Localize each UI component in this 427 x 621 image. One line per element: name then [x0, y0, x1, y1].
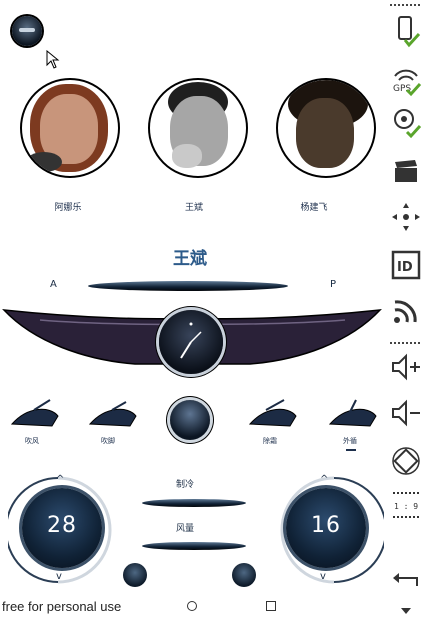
rotate-icon[interactable]	[388, 444, 424, 482]
right-seat-knob[interactable]	[232, 563, 256, 587]
avatar-shoulder	[26, 152, 62, 172]
side-clock-dots-bottom	[393, 516, 419, 524]
left-temp-up[interactable]: ^	[56, 474, 64, 485]
seat-airflow-icon	[10, 399, 59, 427]
mode-label-2: 吹脚	[101, 437, 115, 445]
left-temp-down[interactable]: v	[56, 571, 62, 582]
seat-defrost-icon	[248, 399, 297, 427]
ac-slider[interactable]	[142, 499, 246, 507]
id-icon[interactable]: ID	[388, 250, 424, 284]
clock-widget	[159, 310, 223, 374]
sidebar-panel: GPS ID 1 : 9	[384, 0, 427, 617]
sidebar-top-strip	[390, 4, 420, 9]
right-temp-down[interactable]: v	[320, 571, 326, 582]
contact-avatar-3[interactable]	[276, 78, 376, 178]
top-toggle-button[interactable]	[12, 16, 42, 46]
chevron-down-icon[interactable]	[388, 602, 424, 621]
left-temp-dial[interactable]: 28	[22, 488, 102, 568]
svg-text:ID: ID	[397, 260, 413, 275]
clock-hands-icon	[180, 322, 202, 359]
range-label-left: A	[50, 279, 57, 290]
cursor-icon	[46, 49, 60, 74]
volume-down-icon[interactable]	[388, 398, 424, 432]
fan-label: 风量	[176, 524, 195, 534]
back-arrow-icon[interactable]	[388, 568, 424, 596]
nav-square-icon[interactable]	[266, 601, 276, 611]
phone-check-icon[interactable]	[388, 14, 424, 52]
contact-name-2: 王斌	[184, 203, 203, 213]
avatar-face	[296, 98, 354, 168]
nav-circle-icon[interactable]	[187, 601, 197, 611]
clapperboard-icon[interactable]	[388, 156, 424, 190]
watermark-text: free for personal use	[2, 599, 122, 614]
contact-avatar-1[interactable]	[20, 78, 120, 178]
contact-name-1: 阿娜乐	[54, 203, 82, 213]
side-clock-text: 1 : 9	[393, 502, 419, 511]
mode-active-indicator	[346, 449, 356, 451]
right-temp-value: 16	[311, 513, 341, 538]
right-temp-dial[interactable]: 16	[286, 488, 366, 568]
ac-label: 制冷	[176, 480, 195, 490]
left-temp-value: 28	[47, 513, 77, 538]
side-clock-dots-top	[393, 492, 419, 500]
avatar-hand	[172, 144, 202, 168]
right-temp-up[interactable]: ^	[320, 474, 328, 485]
scroll-toggle-icon	[19, 28, 35, 32]
contact-avatar-2[interactable]	[148, 78, 248, 178]
seat-recirc-icon	[328, 399, 377, 427]
webcam-check-icon[interactable]	[388, 106, 424, 144]
dpad-icon[interactable]	[388, 200, 424, 238]
range-label-right: P	[330, 279, 337, 290]
fan-slider[interactable]	[142, 542, 246, 550]
mode-label-4: 外循	[343, 437, 357, 445]
selected-contact-title: 王斌	[173, 249, 207, 269]
left-seat-knob[interactable]	[123, 563, 147, 587]
sidebar-mid-strip	[390, 342, 420, 347]
mode-label-3: 除霜	[263, 437, 277, 445]
volume-up-icon[interactable]	[388, 352, 424, 386]
contact-name-3: 杨建飞	[300, 203, 328, 213]
center-knob[interactable]	[170, 400, 210, 440]
rss-icon[interactable]	[388, 296, 424, 330]
seat-feet-icon	[88, 401, 137, 427]
gps-check-icon[interactable]: GPS	[388, 64, 424, 102]
mode-label-1: 吹风	[25, 437, 39, 445]
